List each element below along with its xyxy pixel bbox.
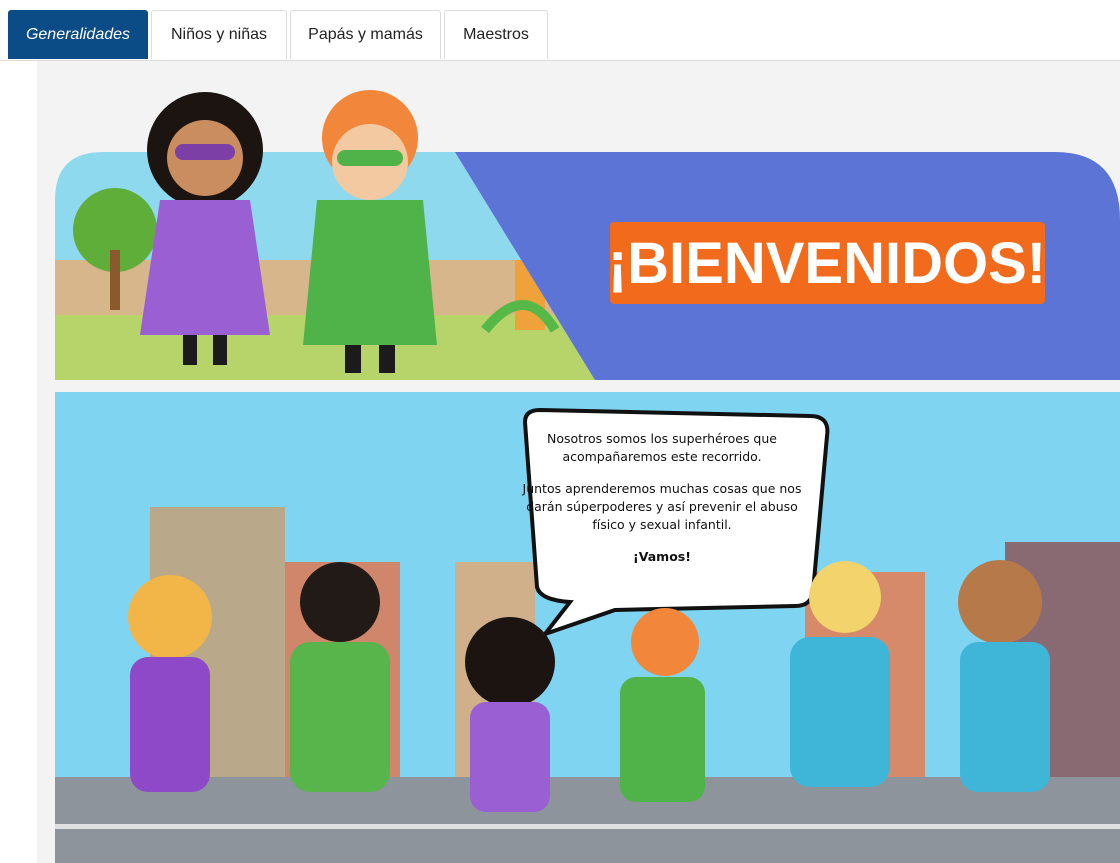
bubble-line-intro: Nosotros somos los superhéroes que acomp…: [547, 431, 777, 464]
hero-boy-green-small: [620, 608, 705, 802]
tab-maestros[interactable]: Maestros: [444, 10, 548, 59]
hero-woman-blue: [958, 560, 1050, 792]
bubble-line-vamos: ¡Vamos!: [633, 549, 691, 564]
banner-title-plate: ¡BIENVENIDOS!: [608, 222, 1046, 304]
speech-bubble-text: Nosotros somos los superhéroes que acomp…: [519, 430, 805, 580]
tab-papas-y-mamas[interactable]: Papás y mamás: [290, 10, 441, 59]
bubble-line-body: Juntos aprenderemos muchas cosas que nos…: [522, 481, 802, 532]
banner-title: ¡BIENVENIDOS!: [608, 231, 1046, 296]
welcome-banner: ¡BIENVENIDOS!: [55, 90, 1120, 380]
hero-man-green: [290, 562, 390, 792]
hero-girl-purple-small: [465, 617, 555, 812]
hero-woman-purple: [128, 575, 212, 792]
hero-boy-green: [303, 90, 437, 373]
hero-girl-purple: [140, 92, 270, 365]
tab-bar: Generalidades Niños y niñas Papás y mamá…: [0, 0, 1120, 61]
tab-ninos-y-ninas[interactable]: Niños y niñas: [151, 10, 287, 59]
tab-generalidades[interactable]: Generalidades: [8, 10, 148, 59]
